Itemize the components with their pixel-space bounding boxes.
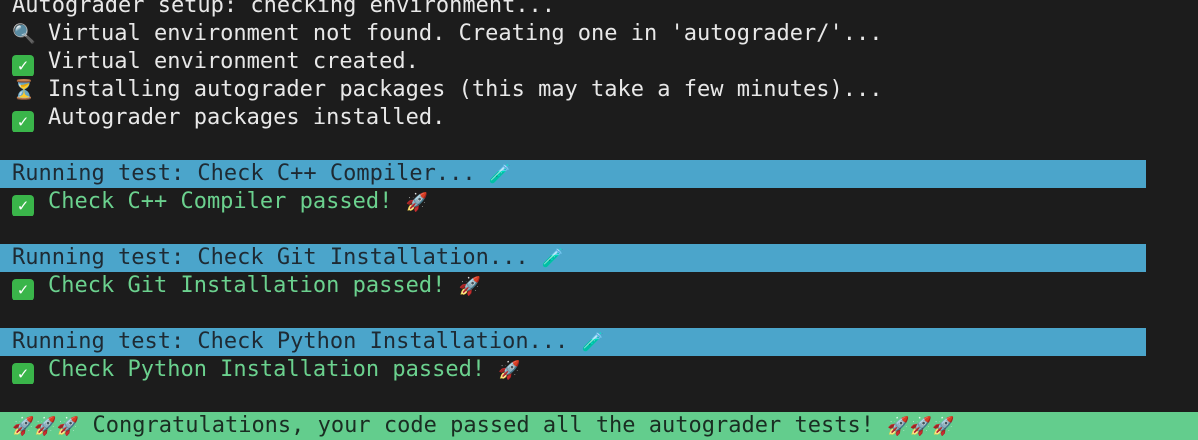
check-icon: ✓ bbox=[12, 111, 34, 132]
venv-created-line: ✓ Virtual environment created. bbox=[0, 48, 1198, 76]
venv-not-found-line: 🔍 Virtual environment not found. Creating… bbox=[0, 20, 1198, 48]
check-icon: ✓ bbox=[12, 363, 34, 384]
check-icon: ✓ bbox=[12, 279, 34, 300]
running-test-line: Running test: Check C++ Compiler... 🧪 bbox=[0, 160, 1146, 188]
rocket-icon: 🚀 bbox=[405, 192, 429, 213]
hourglass-icon: ⏳ bbox=[12, 79, 36, 101]
test-passed-text: Check Python Installation passed! bbox=[48, 357, 486, 382]
check-icon: ✓ bbox=[12, 55, 34, 76]
installed-text: Autograder packages installed. bbox=[48, 105, 446, 130]
installed-line: ✓ Autograder packages installed. bbox=[0, 104, 1198, 132]
venv-not-found-text: Virtual environment not found. Creating … bbox=[48, 21, 883, 46]
rocket-icon: 🚀 bbox=[458, 276, 482, 297]
running-test-text: Running test: Check C++ Compiler... bbox=[12, 161, 476, 186]
magnifier-icon: 🔍 bbox=[12, 23, 36, 45]
venv-created-text: Virtual environment created. bbox=[48, 49, 419, 74]
terminal-output: Autograder setup: checking environment..… bbox=[0, 0, 1198, 440]
test-passed-text: Check Git Installation passed! bbox=[48, 273, 446, 298]
test-passed-line: ✓ Check Git Installation passed! 🚀 bbox=[0, 272, 1198, 300]
check-icon: ✓ bbox=[12, 195, 34, 216]
running-test-text: Running test: Check Python Installation.… bbox=[12, 329, 569, 354]
installing-line: ⏳ Installing autograder packages (this ma… bbox=[0, 76, 1198, 104]
test-tube-icon: 🧪 bbox=[488, 164, 512, 185]
rocket-icon: 🚀🚀🚀 bbox=[887, 416, 955, 437]
clipped-line-text: Autograder setup: checking environment..… bbox=[12, 0, 556, 18]
test-passed-text: Check C++ Compiler passed! bbox=[48, 189, 393, 214]
running-test-line: Running test: Check Git Installation... … bbox=[0, 244, 1146, 272]
rocket-icon: 🚀🚀🚀 bbox=[12, 416, 80, 437]
test-passed-line: ✓ Check C++ Compiler passed! 🚀 bbox=[0, 188, 1198, 216]
clipped-line: Autograder setup: checking environment..… bbox=[0, 0, 1198, 20]
congrats-line: 🚀🚀🚀 Congratulations, your code passed al… bbox=[0, 412, 1198, 440]
test-passed-line: ✓ Check Python Installation passed! 🚀 bbox=[0, 356, 1198, 384]
running-test-line: Running test: Check Python Installation.… bbox=[0, 328, 1146, 356]
test-tube-icon: 🧪 bbox=[541, 248, 565, 269]
installing-text: Installing autograder packages (this may… bbox=[48, 77, 883, 102]
running-test-text: Running test: Check Git Installation... bbox=[12, 245, 529, 270]
test-tube-icon: 🧪 bbox=[581, 332, 604, 353]
rocket-icon: 🚀 bbox=[498, 360, 521, 381]
